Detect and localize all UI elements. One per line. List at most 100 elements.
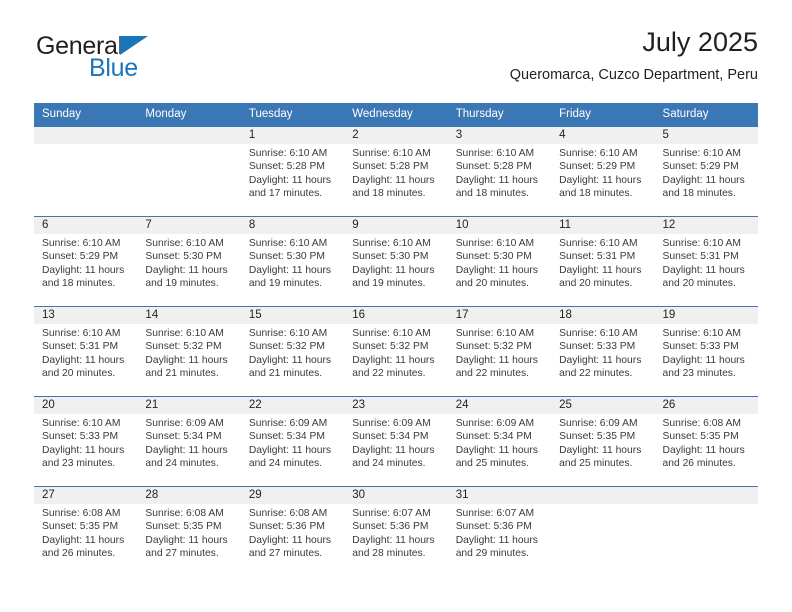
calendar-day-cell[interactable]: 28 Sunrise: 6:08 AM Sunset: 5:35 PM Dayligh… — [137, 486, 241, 576]
daylight-text: Daylight: 11 hours and 24 minutes. — [145, 444, 228, 470]
calendar-day-cell[interactable]: 26 Sunrise: 6:08 AM Sunset: 5:35 PM Dayligh… — [654, 396, 758, 486]
calendar-day-cell[interactable]: 9 Sunrise: 6:10 AM Sunset: 5:30 PM Daylight… — [344, 216, 448, 306]
calendar-day-cell[interactable]: 4 Sunrise: 6:10 AM Sunset: 5:29 PM Daylight… — [551, 126, 655, 216]
daylight-text: Daylight: 11 hours and 19 minutes. — [145, 264, 228, 290]
weekday-header-monday: Monday — [145, 108, 187, 120]
day-details: Sunrise: 6:10 AM Sunset: 5:30 PM Daylight:… — [344, 234, 447, 291]
daylight-text: Daylight: 11 hours and 19 minutes. — [352, 264, 435, 290]
calendar-day-cell[interactable]: 30 Sunrise: 6:07 AM Sunset: 5:36 PM Dayligh… — [344, 486, 448, 576]
calendar-day-cell[interactable]: 10 Sunrise: 6:10 AM Sunset: 5:30 PM Dayligh… — [447, 216, 552, 306]
day-details: Sunrise: 6:10 AM Sunset: 5:32 PM Daylight:… — [344, 324, 447, 381]
sunset-text: Sunset: 5:35 PM — [662, 431, 739, 443]
sunrise-text: Sunrise: 6:08 AM — [145, 507, 224, 519]
calendar-day-cell[interactable]: 1 Sunrise: 6:10 AM Sunset: 5:28 PM Daylight… — [240, 126, 345, 216]
calendar-day-cell[interactable]: 11 Sunrise: 6:10 AM Sunset: 5:31 PM Dayligh… — [551, 216, 655, 306]
sunrise-text: Sunrise: 6:09 AM — [559, 417, 638, 429]
calendar-day-cell[interactable]: 25 Sunrise: 6:09 AM Sunset: 5:35 PM Dayligh… — [551, 396, 655, 486]
sunset-text: Sunset: 5:31 PM — [559, 251, 636, 263]
calendar-day-cell[interactable]: 12 Sunrise: 6:10 AM Sunset: 5:31 PM Dayligh… — [654, 216, 758, 306]
daylight-text: Daylight: 11 hours and 25 minutes. — [559, 444, 642, 470]
sunrise-text: Sunrise: 6:10 AM — [455, 147, 535, 159]
day-details: Sunrise: 6:10 AM Sunset: 5:29 PM Daylight:… — [34, 234, 137, 291]
sunset-text: Sunset: 5:29 PM — [42, 251, 119, 263]
day-details: Sunrise: 6:10 AM Sunset: 5:33 PM Daylight:… — [34, 414, 137, 471]
daylight-text: Daylight: 11 hours and 21 minutes. — [248, 354, 332, 380]
calendar-page: General Blue July 2025 Queromarca, Cuzco… — [0, 0, 792, 612]
day-details: Sunrise: 6:10 AM Sunset: 5:30 PM Daylight:… — [448, 234, 551, 291]
calendar-day-cell[interactable]: 24 Sunrise: 6:09 AM Sunset: 5:34 PM Dayligh… — [447, 396, 552, 486]
sunset-text: Sunset: 5:33 PM — [559, 341, 636, 353]
daylight-text: Daylight: 11 hours and 17 minutes. — [248, 174, 332, 200]
calendar-day-cell[interactable]: 2 Sunrise: 6:10 AM Sunset: 5:28 PM Daylight… — [344, 126, 448, 216]
day-number: 12 — [654, 216, 758, 234]
day-details: Sunrise: 6:09 AM Sunset: 5:34 PM Daylight:… — [344, 414, 447, 471]
calendar-day-cell[interactable]: 16 Sunrise: 6:10 AM Sunset: 5:32 PM Dayligh… — [344, 306, 448, 396]
calendar-day-cell[interactable]: 3 Sunrise: 6:10 AM Sunset: 5:28 PM Daylight… — [447, 126, 552, 216]
sunset-text: Sunset: 5:31 PM — [42, 341, 119, 353]
daylight-text: Daylight: 11 hours and 27 minutes. — [248, 534, 332, 560]
weekday-header-friday: Friday — [559, 108, 592, 120]
day-details: Sunrise: 6:10 AM Sunset: 5:31 PM Daylight:… — [34, 324, 137, 381]
calendar-day-cell[interactable]: 5 Sunrise: 6:10 AM Sunset: 5:29 PM Daylight… — [654, 126, 758, 216]
sunrise-text: Sunrise: 6:10 AM — [42, 327, 121, 339]
calendar-day-cell[interactable]: 15 Sunrise: 6:10 AM Sunset: 5:32 PM Dayligh… — [240, 306, 345, 396]
sunrise-text: Sunrise: 6:10 AM — [662, 147, 741, 159]
calendar-day-cell[interactable]: 31 Sunrise: 6:07 AM Sunset: 5:36 PM Dayligh… — [447, 486, 552, 576]
calendar-day-cell[interactable]: 19 Sunrise: 6:10 AM Sunset: 5:33 PM Dayligh… — [654, 306, 758, 396]
sunrise-text: Sunrise: 6:08 AM — [662, 417, 741, 429]
calendar-day-cell[interactable]: 13 Sunrise: 6:10 AM Sunset: 5:31 PM Dayligh… — [34, 306, 138, 396]
calendar-day-cell[interactable]: 22 Sunrise: 6:09 AM Sunset: 5:34 PM Dayligh… — [240, 396, 345, 486]
calendar-day-cell[interactable]: 23 Sunrise: 6:09 AM Sunset: 5:34 PM Dayligh… — [344, 396, 448, 486]
sunrise-text: Sunrise: 6:10 AM — [352, 147, 431, 159]
daylight-text: Daylight: 11 hours and 21 minutes. — [145, 354, 228, 380]
logo-text-blue: Blue — [89, 54, 138, 82]
daylight-text: Daylight: 11 hours and 27 minutes. — [145, 534, 228, 560]
day-details: Sunrise: 6:10 AM Sunset: 5:28 PM Daylight:… — [344, 144, 447, 201]
sunrise-text: Sunrise: 6:10 AM — [42, 417, 121, 429]
calendar-day-cell[interactable]: 6 Sunrise: 6:10 AM Sunset: 5:29 PM Daylight… — [34, 216, 138, 306]
sunset-text: Sunset: 5:36 PM — [248, 521, 325, 533]
daylight-text: Daylight: 11 hours and 29 minutes. — [455, 534, 538, 560]
daylight-text: Daylight: 11 hours and 22 minutes. — [455, 354, 538, 380]
sunrise-text: Sunrise: 6:10 AM — [248, 237, 328, 249]
day-details: Sunrise: 6:08 AM Sunset: 5:35 PM Daylight:… — [655, 414, 758, 471]
calendar-day-cell[interactable]: 18 Sunrise: 6:10 AM Sunset: 5:33 PM Dayligh… — [551, 306, 655, 396]
calendar-day-cell[interactable]: 21 Sunrise: 6:09 AM Sunset: 5:34 PM Dayligh… — [137, 396, 241, 486]
general-blue-logo[interactable]: General Blue — [36, 34, 266, 90]
calendar-day-cell[interactable]: 7 Sunrise: 6:10 AM Sunset: 5:30 PM Daylight… — [137, 216, 241, 306]
sunset-text: Sunset: 5:32 PM — [455, 341, 532, 353]
calendar-day-cell[interactable]: 27 Sunrise: 6:08 AM Sunset: 5:35 PM Dayligh… — [34, 486, 138, 576]
day-number: 28 — [137, 486, 241, 504]
day-details: Sunrise: 6:08 AM Sunset: 5:35 PM Daylight:… — [137, 504, 240, 561]
calendar-day-cell[interactable]: 14 Sunrise: 6:10 AM Sunset: 5:32 PM Dayligh… — [137, 306, 241, 396]
day-details: Sunrise: 6:09 AM Sunset: 5:34 PM Daylight:… — [241, 414, 344, 471]
daylight-text: Daylight: 11 hours and 23 minutes. — [662, 354, 745, 380]
calendar-day-cell[interactable]: 17 Sunrise: 6:10 AM Sunset: 5:32 PM Dayligh… — [447, 306, 552, 396]
day-number: 25 — [551, 396, 655, 414]
sunrise-text: Sunrise: 6:10 AM — [559, 147, 638, 159]
calendar-day-cell[interactable]: 20 Sunrise: 6:10 AM Sunset: 5:33 PM Dayligh… — [34, 396, 138, 486]
calendar-day-cell[interactable]: 29 Sunrise: 6:08 AM Sunset: 5:36 PM Dayligh… — [240, 486, 345, 576]
sunset-text: Sunset: 5:32 PM — [248, 341, 325, 353]
sunset-text: Sunset: 5:30 PM — [352, 251, 429, 263]
sunset-text: Sunset: 5:35 PM — [145, 521, 222, 533]
calendar-week-row: 20 Sunrise: 6:10 AM Sunset: 5:33 PM Dayligh… — [34, 395, 758, 486]
day-number: 29 — [240, 486, 345, 504]
calendar-day-cell-empty — [551, 486, 655, 576]
title-block: July 2025 Queromarca, Cuzco Department, … — [510, 27, 758, 84]
day-number: 17 — [447, 306, 552, 324]
daylight-text: Daylight: 11 hours and 20 minutes. — [42, 354, 125, 380]
sunrise-text: Sunrise: 6:09 AM — [352, 417, 431, 429]
day-number: 31 — [447, 486, 552, 504]
day-number: 10 — [447, 216, 552, 234]
day-details: Sunrise: 6:10 AM Sunset: 5:32 PM Daylight:… — [448, 324, 551, 381]
sunset-text: Sunset: 5:28 PM — [248, 161, 325, 173]
sunrise-text: Sunrise: 6:10 AM — [662, 237, 741, 249]
sunset-text: Sunset: 5:33 PM — [42, 431, 119, 443]
sunrise-text: Sunrise: 6:10 AM — [455, 237, 535, 249]
calendar-day-cell[interactable]: 8 Sunrise: 6:10 AM Sunset: 5:30 PM Daylight… — [240, 216, 345, 306]
weekday-header-sunday: Sunday — [42, 108, 82, 120]
daylight-text: Daylight: 11 hours and 18 minutes. — [559, 174, 642, 200]
day-number: 9 — [344, 216, 448, 234]
sunset-text: Sunset: 5:34 PM — [455, 431, 532, 443]
